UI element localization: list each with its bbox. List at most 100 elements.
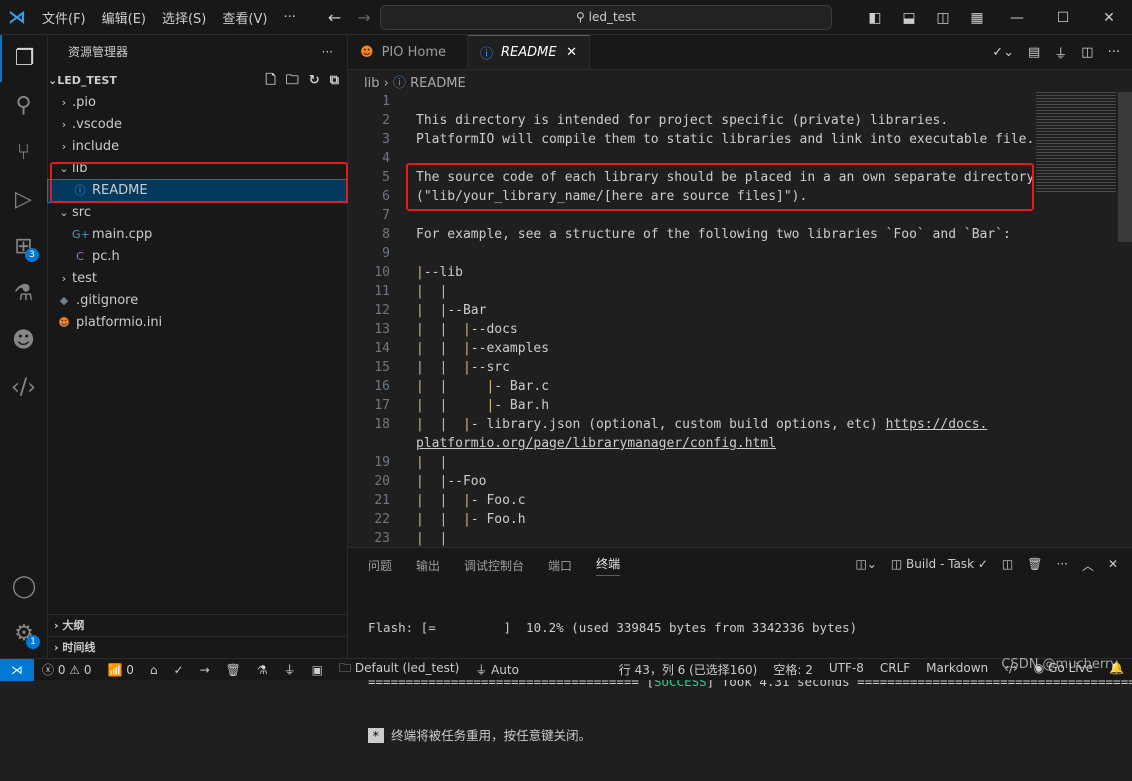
tab-debug-console[interactable]: 调试控制台 [464, 557, 524, 574]
minimap[interactable] [1036, 92, 1116, 192]
plug-icon[interactable]: ⏚ [1054, 43, 1067, 62]
forward-arrow-icon[interactable]: → [357, 8, 370, 27]
tab-pio-home[interactable]: ☻ PIO Home [348, 35, 468, 69]
close-window-button[interactable]: ✕ [1086, 10, 1132, 26]
split-terminal-icon[interactable]: ◫ [1002, 557, 1013, 574]
tree-item-pch[interactable]: Cpc.h [48, 246, 347, 268]
menu-more[interactable]: ··· [275, 10, 303, 25]
kill-terminal-icon[interactable]: 🗑 [1027, 557, 1042, 574]
menu-edit[interactable]: 编辑(E) [94, 8, 154, 27]
cpp-file-icon: G+ [72, 228, 90, 241]
tree-item-vscode[interactable]: › .vscode [48, 114, 347, 136]
tree-item-pio[interactable]: › .pio [48, 92, 347, 114]
settings-gear-icon[interactable]: ⚙ 1 [0, 610, 48, 657]
platformio-icon[interactable]: ☻ [0, 317, 47, 364]
terminal-task-selector[interactable]: ◫ Build - Task ✓ [891, 557, 988, 574]
code-editor[interactable]: 1 2 This directory is intended for project… [348, 92, 1132, 547]
terminal-icon[interactable]: ▣ [304, 663, 331, 677]
back-arrow-icon[interactable]: ← [328, 8, 341, 27]
ports-status[interactable]: 📶 0 [100, 663, 142, 677]
port-selector[interactable]: ⏚ Auto [467, 661, 527, 678]
breadcrumb-readme[interactable]: README [410, 76, 466, 91]
split-editor-icon[interactable]: ◫ [1081, 45, 1093, 60]
toggle-panel-icon[interactable]: ⬓ [892, 10, 926, 26]
language-mode[interactable]: Markdown [918, 661, 996, 678]
preview-icon[interactable]: ▤ [1028, 45, 1040, 60]
reuse-line: * 终端将被任务重用，按任意键关闭。 [368, 727, 1132, 745]
tab-readme[interactable]: ⓘ README ✕ [468, 35, 590, 69]
new-terminal-split-icon[interactable]: ◫⌄ [855, 557, 876, 574]
build-icon[interactable]: ✓ [166, 663, 192, 677]
extensions-icon[interactable]: ⊞ 3 [0, 223, 47, 270]
serial-monitor-icon[interactable]: ⏚ [276, 661, 304, 678]
pio-home-icon[interactable]: ⌂ [142, 663, 166, 677]
chevron-down-icon: ⌄ [59, 206, 69, 219]
editor-scrollbar[interactable] [1118, 92, 1132, 242]
menu-view[interactable]: 查看(V) [214, 8, 275, 27]
refresh-icon[interactable]: ↻ [309, 70, 320, 92]
check-icon[interactable]: ✓⌄ [992, 45, 1014, 60]
tab-problems[interactable]: 问题 [368, 557, 392, 574]
close-tab-icon[interactable]: ✕ [566, 45, 577, 60]
menu-selection[interactable]: 选择(S) [154, 8, 214, 27]
new-folder-icon[interactable]: 🗀 [286, 70, 299, 92]
env-selector[interactable]: 🗀 Default (led_test) [331, 659, 467, 680]
testing-icon[interactable]: ⚗ [0, 270, 47, 317]
remote-icon[interactable]: ⋊ [0, 658, 34, 681]
breadcrumb-lib[interactable]: lib [364, 76, 379, 91]
toggle-sidebar-icon[interactable]: ◧ [858, 10, 892, 26]
doc-link[interactable]: platformio.org/page/librarymanager/confi… [416, 436, 776, 451]
title-bar: ⋊ 文件(F) 编辑(E) 选择(S) 查看(V) ··· ← → ⚲ led_… [0, 0, 1132, 35]
test-icon[interactable]: ⚗ [249, 663, 276, 677]
source-control-icon[interactable]: ⑂ [0, 129, 47, 176]
explorer-icon[interactable]: ❐ [0, 35, 47, 82]
toggle-secondary-sidebar-icon[interactable]: ◫ [926, 10, 960, 26]
minimize-button[interactable]: — [994, 10, 1040, 26]
eol[interactable]: CRLF [872, 661, 918, 678]
maximize-panel-icon[interactable]: ︿ [1082, 557, 1094, 574]
tree-item-test[interactable]: › test [48, 268, 347, 290]
layout-icon[interactable]: ▦ [960, 10, 994, 26]
close-panel-icon[interactable]: ✕ [1108, 557, 1118, 574]
tree-item-gitignore[interactable]: ◆ .gitignore [48, 290, 347, 312]
new-file-icon[interactable]: 🗋 [265, 70, 275, 92]
tree-item-include[interactable]: › include [48, 136, 347, 158]
tree-item-src[interactable]: ⌄ src [48, 202, 347, 224]
problems-status[interactable]: ⓧ 0 ⚠ 0 [34, 661, 100, 678]
cursor-position[interactable]: 行 43，列 6 (已选择160) [611, 661, 766, 678]
tree-item-platformioini[interactable]: ☻ platformio.ini [48, 312, 347, 334]
indentation[interactable]: 空格: 2 [765, 661, 821, 678]
highlight-box-lib [50, 162, 348, 203]
outline-section[interactable]: › 大纲 [48, 614, 348, 636]
more-icon[interactable]: ··· [1056, 557, 1067, 574]
tab-ports[interactable]: 端口 [548, 557, 572, 574]
run-debug-icon[interactable]: ▷ [0, 176, 47, 223]
upload-icon[interactable]: → [192, 663, 218, 677]
line-text: | | |- Bar.c [416, 379, 550, 394]
account-icon[interactable]: ◯ [0, 563, 48, 610]
line-text: | | |--examples [416, 341, 550, 356]
command-center-search[interactable]: ⚲ led_test [380, 5, 832, 30]
timeline-section[interactable]: › 时间线 [48, 636, 348, 658]
doc-link[interactable]: https://docs. [886, 417, 988, 432]
breadcrumb: lib › ⓘ README [364, 76, 466, 91]
remote-explorer-icon[interactable]: ‹/› [0, 364, 47, 411]
menu-file[interactable]: 文件(F) [34, 8, 94, 27]
tab-output[interactable]: 输出 [416, 557, 440, 574]
more-icon[interactable]: ··· [1108, 45, 1120, 60]
more-actions-button[interactable]: ··· [322, 35, 333, 70]
line-text: | | [416, 531, 448, 546]
line-text: |--lib [416, 265, 463, 280]
tree-item-maincpp[interactable]: G+ main.cpp [48, 224, 347, 246]
line-number: 20 [374, 474, 390, 489]
search-text: led_test [588, 10, 636, 24]
clean-icon[interactable]: 🗑 [218, 663, 249, 677]
terminal-output[interactable]: Flash: [= ] 10.2% (used 339845 bytes fro… [348, 583, 1132, 781]
search-view-icon[interactable]: ⚲ [0, 82, 47, 129]
encoding[interactable]: UTF-8 [821, 661, 872, 678]
project-header[interactable]: ⌄LED_TEST 🗋 🗀 ↻ ⧉ [48, 70, 347, 92]
maximize-button[interactable]: ☐ [1040, 10, 1086, 26]
tab-terminal[interactable]: 终端 [596, 555, 621, 576]
collapse-all-icon[interactable]: ⧉ [330, 70, 339, 92]
line-number: 21 [374, 493, 390, 508]
